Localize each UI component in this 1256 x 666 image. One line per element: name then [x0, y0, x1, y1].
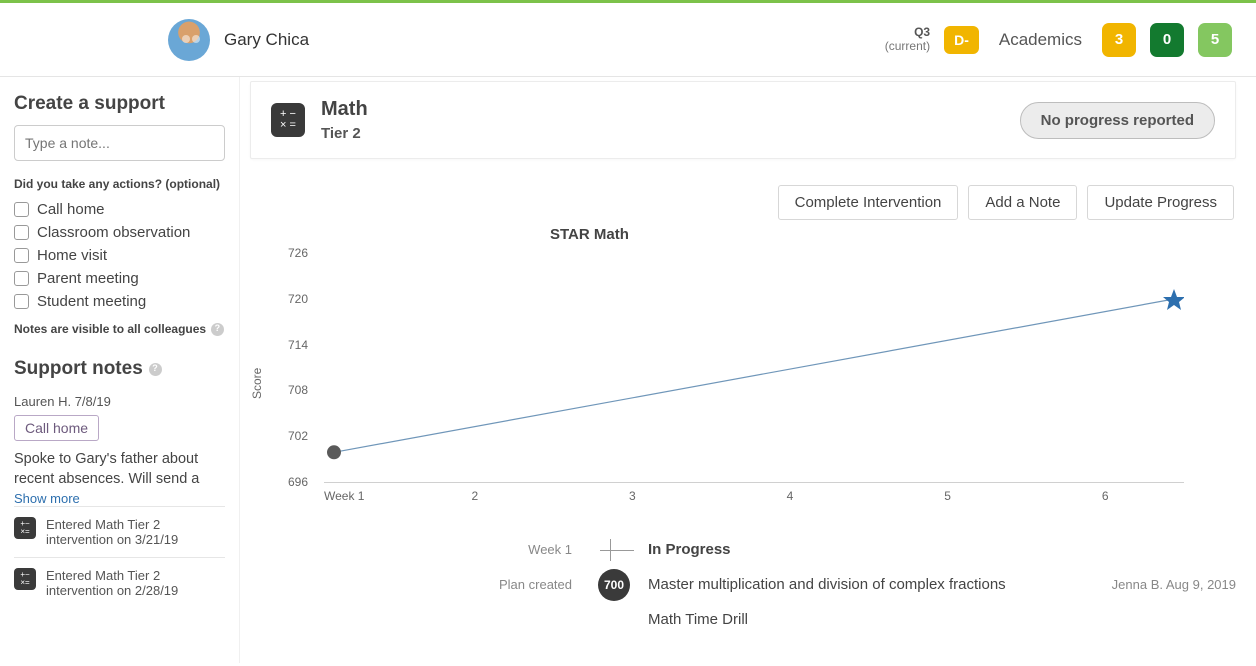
- chart-svg: [324, 253, 1184, 483]
- count-pill-yellow[interactable]: 3: [1102, 23, 1136, 57]
- score-badge: 700: [598, 569, 630, 601]
- math-icon: +−×=: [14, 568, 36, 590]
- notes-visibility: Notes are visible to all colleagues: [14, 322, 225, 336]
- create-support-title: Create a support: [14, 93, 225, 115]
- plan-author: Jenna B. Aug 9, 2019: [1112, 577, 1236, 592]
- timeline-status: In Progress: [648, 541, 731, 558]
- target-line: [334, 299, 1174, 452]
- info-icon[interactable]: [211, 323, 224, 336]
- update-progress-button[interactable]: Update Progress: [1087, 185, 1234, 220]
- subject-tier: Tier 2: [321, 125, 368, 142]
- y-axis-label: Score: [250, 368, 264, 399]
- math-icon: + −× =: [271, 103, 305, 137]
- checkbox-icon[interactable]: [14, 202, 29, 217]
- x-axis: Week 1 2 3 4 5 6: [324, 489, 1184, 503]
- subject-card: + −× = Math Tier 2 No progress reported: [250, 81, 1236, 159]
- action-bar: Complete Intervention Add a Note Update …: [250, 165, 1236, 226]
- line-chart: 726 720 714 708 702 696: [324, 253, 1184, 483]
- checkbox-icon[interactable]: [14, 294, 29, 309]
- quarter-indicator: Q3 (current): [885, 26, 930, 54]
- checkbox-icon[interactable]: [14, 248, 29, 263]
- grade-pill[interactable]: D-: [944, 26, 979, 54]
- student-header: Gary Chica Q3 (current) D- Academics 3 0…: [0, 3, 1256, 77]
- math-icon: +−×=: [14, 517, 36, 539]
- action-option[interactable]: Classroom observation: [14, 224, 225, 241]
- add-note-button[interactable]: Add a Note: [968, 185, 1077, 220]
- count-pill-dark[interactable]: 0: [1150, 23, 1184, 57]
- action-option[interactable]: Student meeting: [14, 293, 225, 310]
- section-label: Academics: [999, 30, 1082, 50]
- subject-name: Math: [321, 98, 368, 121]
- count-pill-light[interactable]: 5: [1198, 23, 1232, 57]
- data-point-icon: [327, 445, 341, 459]
- note-text: Spoke to Gary's father about recent abse…: [14, 449, 225, 489]
- log-entry: +−×= Entered Math Tier 2 intervention on…: [14, 506, 225, 557]
- timeline-week-label: Week 1: [250, 542, 630, 557]
- chart-title: STAR Math: [550, 226, 1236, 243]
- checkbox-icon[interactable]: [14, 271, 29, 286]
- actions-question: Did you take any actions? (optional): [14, 177, 225, 191]
- support-note: Lauren H. 7/8/19 Call home Spoke to Gary…: [14, 394, 225, 506]
- tick-icon: [600, 542, 620, 558]
- plan-activity: Math Time Drill: [648, 611, 1236, 628]
- progress-status-pill[interactable]: No progress reported: [1020, 102, 1215, 139]
- support-sidebar: Create a support Did you take any action…: [0, 77, 240, 663]
- note-input[interactable]: [14, 125, 225, 161]
- chart-area: Score 726 720 714 708 702 696 Week 1 2: [250, 249, 1236, 503]
- support-notes-title: Support notes: [14, 358, 225, 380]
- note-meta: Lauren H. 7/8/19: [14, 394, 225, 409]
- show-more-link[interactable]: Show more: [14, 491, 225, 506]
- checkbox-icon[interactable]: [14, 225, 29, 240]
- main-panel: + −× = Math Tier 2 No progress reported …: [240, 77, 1256, 663]
- action-option[interactable]: Call home: [14, 201, 225, 218]
- action-option[interactable]: Home visit: [14, 247, 225, 264]
- student-avatar[interactable]: [168, 19, 210, 61]
- star-icon: [1163, 289, 1184, 310]
- complete-intervention-button[interactable]: Complete Intervention: [778, 185, 959, 220]
- log-entry: +−×= Entered Math Tier 2 intervention on…: [14, 557, 225, 608]
- student-name: Gary Chica: [224, 30, 309, 50]
- plan-title: Master multiplication and division of co…: [648, 576, 1006, 593]
- note-tag[interactable]: Call home: [14, 415, 99, 441]
- plan-timeline: Week 1 In Progress Plan created 700 Mast…: [250, 541, 1236, 628]
- timeline-plan-created: Plan created 700: [250, 577, 630, 592]
- action-option[interactable]: Parent meeting: [14, 270, 225, 287]
- info-icon[interactable]: [149, 363, 162, 376]
